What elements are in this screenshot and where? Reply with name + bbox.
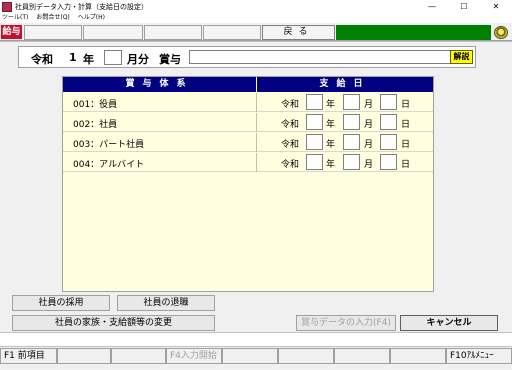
toolbar-cell[interactable]	[203, 25, 261, 40]
column-divider	[256, 113, 257, 132]
row-label: 001：役員	[73, 100, 118, 110]
app-icon	[2, 1, 12, 12]
close-button[interactable]: ✕	[480, 0, 512, 13]
era-label: 令和	[31, 53, 53, 66]
month-unit: 月	[364, 120, 374, 130]
divider	[0, 41, 512, 42]
row-era: 令和	[281, 140, 300, 150]
day-unit: 日	[401, 120, 411, 130]
f4-key[interactable]: F4入力開始	[166, 348, 222, 364]
status-bar	[0, 332, 512, 347]
menu-tools[interactable]: ツール(T)	[2, 13, 28, 23]
header-row: 令和 1 年 月分 賞与	[18, 46, 476, 68]
day-input[interactable]	[380, 114, 397, 130]
row-label: 004：アルバイト	[73, 160, 145, 170]
bonus-name-input[interactable]	[189, 50, 467, 64]
year-value: 1	[69, 51, 77, 64]
row-era: 令和	[281, 120, 300, 130]
year-input[interactable]	[306, 94, 323, 110]
month-input[interactable]	[343, 94, 360, 110]
toolbar-cell[interactable]	[144, 25, 202, 40]
row-label: 003：パート社員	[73, 140, 145, 150]
minimize-button[interactable]: —	[416, 0, 448, 13]
window-title: 社員別データ入力・計算（支給日の設定）	[15, 2, 148, 11]
table-row: 003：パート社員 令和 年 月 日	[63, 133, 433, 152]
row-era: 令和	[281, 100, 300, 110]
function-key-bar: F1 前項目 F4入力開始 F10ｱﾙﾒﾆｭｰ	[0, 348, 512, 365]
f2-key[interactable]	[57, 348, 111, 364]
menu-inquiry[interactable]: お問合せ(Q)	[36, 13, 69, 23]
back-button[interactable]: 戻る	[262, 25, 335, 40]
column-divider	[256, 133, 257, 152]
column-divider	[256, 153, 257, 172]
column-divider	[256, 93, 257, 112]
hire-employee-button[interactable]: 社員の採用	[12, 295, 110, 311]
status-green-bar	[336, 25, 491, 40]
column-header-payment-date: 支給日	[257, 77, 433, 92]
bonus-label: 賞与	[159, 53, 181, 66]
day-input[interactable]	[380, 154, 397, 170]
toolbar-cell[interactable]	[24, 25, 82, 40]
row-era: 令和	[281, 160, 300, 170]
toolbar: 給与 戻る	[0, 24, 512, 41]
column-header-bonus-system: 賞与体系	[63, 77, 256, 92]
menu-help[interactable]: ヘルプ(H)	[78, 13, 105, 23]
year-unit: 年	[326, 140, 336, 150]
settings-gear-icon[interactable]	[494, 26, 508, 39]
day-input[interactable]	[380, 94, 397, 110]
retire-employee-button[interactable]: 社員の退職	[117, 295, 215, 311]
f10-key[interactable]: F10ｱﾙﾒﾆｭｰ	[446, 348, 512, 364]
title-bar: 社員別データ入力・計算（支給日の設定） — ☐ ✕	[0, 0, 512, 13]
row-label: 002：社員	[73, 120, 118, 130]
month-unit: 月	[364, 160, 374, 170]
year-unit: 年	[326, 120, 336, 130]
f3-key[interactable]	[111, 348, 166, 364]
year-input[interactable]	[306, 134, 323, 150]
day-input[interactable]	[380, 134, 397, 150]
cancel-button[interactable]: キャンセル	[400, 315, 498, 331]
year-unit: 年	[326, 100, 336, 110]
f8-key[interactable]	[390, 348, 446, 364]
f6-key[interactable]	[278, 348, 334, 364]
year-label: 年	[83, 53, 94, 66]
kyuyo-badge: 給与	[1, 25, 22, 39]
day-unit: 日	[401, 100, 411, 110]
toolbar-cell[interactable]	[83, 25, 143, 40]
window-controls: — ☐ ✕	[416, 0, 512, 13]
month-input[interactable]	[343, 134, 360, 150]
help-button[interactable]: 解説	[450, 50, 473, 64]
month-unit: 月	[364, 100, 374, 110]
menu-bar: ツール(T) お問合せ(Q) ヘルプ(H)	[0, 13, 512, 23]
table-row: 001：役員 令和 年 月 日	[63, 93, 433, 112]
day-unit: 日	[401, 160, 411, 170]
bonus-data-input-button[interactable]: 賞与データの入力(F4)	[296, 315, 396, 331]
change-family-pay-button[interactable]: 社員の家族・支給額等の変更	[12, 315, 215, 331]
month-input[interactable]	[343, 114, 360, 130]
year-input[interactable]	[306, 154, 323, 170]
f7-key[interactable]	[334, 348, 390, 364]
month-unit: 月	[364, 140, 374, 150]
year-unit: 年	[326, 160, 336, 170]
maximize-button[interactable]: ☐	[448, 0, 480, 13]
f1-key[interactable]: F1 前項目	[0, 348, 57, 364]
day-unit: 日	[401, 140, 411, 150]
table-row: 002：社員 令和 年 月 日	[63, 113, 433, 132]
bonus-payment-table: 賞与体系 支給日 001：役員 令和 年 月 日 002：社員 令和 年 月 日…	[62, 76, 434, 292]
table-row: 004：アルバイト 令和 年 月 日	[63, 153, 433, 172]
month-input[interactable]	[343, 154, 360, 170]
f5-key[interactable]	[222, 348, 278, 364]
month-input[interactable]	[104, 50, 122, 65]
year-input[interactable]	[306, 114, 323, 130]
month-label: 月分	[127, 53, 149, 66]
